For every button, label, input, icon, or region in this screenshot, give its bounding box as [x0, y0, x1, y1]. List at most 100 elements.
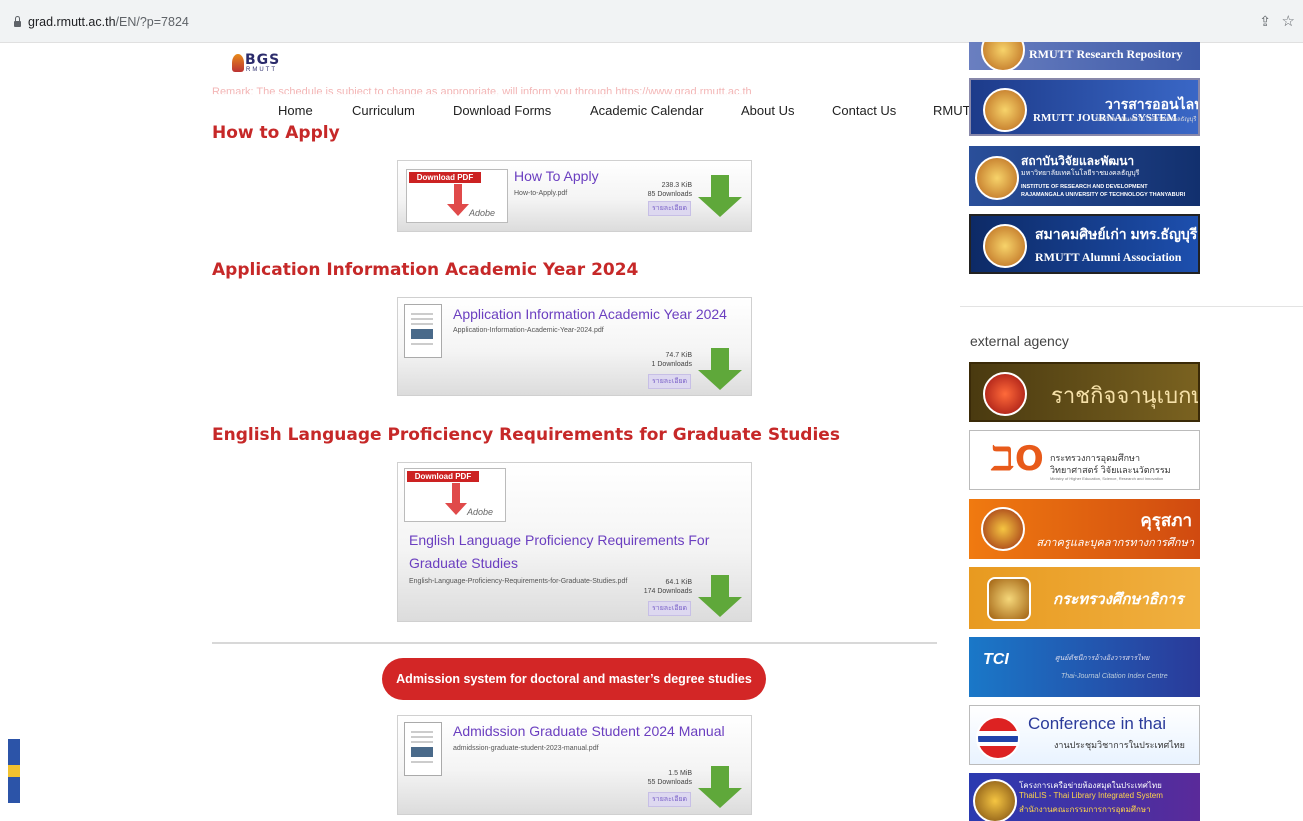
- banner-journal-system[interactable]: RMUTT JOURNAL SYSTEM วารสารออนไลน์ มหาวิ…: [969, 78, 1200, 136]
- download-title[interactable]: Admidssion Graduate Student 2024 Manual: [453, 723, 725, 739]
- university-seal-icon: [983, 224, 1027, 268]
- details-button[interactable]: รายละเอียด: [648, 601, 692, 616]
- section-heading-english-requirements: English Language Proficiency Requirement…: [212, 425, 840, 445]
- download-meta: 74.7 KiB 1 Downloads: [612, 351, 692, 369]
- download-filename: English-Language-Proficiency-Requirement…: [409, 578, 628, 585]
- download-arrow-icon[interactable]: [698, 348, 742, 392]
- banner-line2: ThaiLIS - Thai Library Integrated System: [1019, 791, 1163, 800]
- download-box-application-info: Application Information Academic Year 20…: [397, 297, 752, 396]
- download-pdf-icon[interactable]: Download PDF Adobe: [406, 169, 508, 223]
- section-heading-how-to-apply: How to Apply: [212, 123, 340, 143]
- download-meta: 1.5 MiB 55 Downloads: [612, 769, 692, 787]
- browser-address-bar: grad.rmutt.ac.th/EN/?p=7824 ⇪ ☆: [0, 0, 1303, 43]
- banner-tci[interactable]: TCI ศูนย์ดัชนีการอ้างอิงวารสารไทย Thai-J…: [969, 637, 1200, 697]
- banner-line2: สภาครูและบุคลากรทางการศึกษา: [1036, 537, 1194, 549]
- download-count: 1 Downloads: [651, 361, 692, 368]
- download-arrow-icon[interactable]: [698, 175, 742, 219]
- pdf-arrow-shaft: [452, 483, 460, 505]
- university-seal-icon: [983, 88, 1027, 132]
- adobe-label: Adobe: [469, 208, 496, 218]
- banner-line1: ศูนย์ดัชนีการอ้างอิงวารสารไทย: [1055, 655, 1150, 662]
- thai-flag-icon: [976, 716, 1020, 760]
- download-box-admission-manual: Admidssion Graduate Student 2024 Manual …: [397, 715, 752, 815]
- lock-icon[interactable]: [14, 16, 21, 27]
- banner-subtext: มหาวิทยาลัยเทคโนโลยีราชมงคลธัญบุรี: [1095, 117, 1197, 123]
- sidebar-separator: [960, 306, 1303, 307]
- mhesi-logo-icon: ℶO: [990, 439, 1044, 479]
- banner-thailis[interactable]: โครงการเครือข่ายห้องสมุดในประเทศไทย Thai…: [969, 773, 1200, 821]
- url-domain: grad.rmutt.ac.th: [28, 15, 116, 29]
- download-size: 74.7 KiB: [665, 352, 692, 359]
- banner-line1: คุรุสภา: [1140, 511, 1192, 530]
- banner-royal-gazette[interactable]: ราชกิจจานุเบกษา: [969, 362, 1200, 422]
- bookmark-star-icon[interactable]: ☆: [1282, 12, 1295, 30]
- share-icon[interactable]: ⇪: [1259, 13, 1271, 30]
- university-emblem-icon: [232, 54, 244, 72]
- download-title[interactable]: How To Apply: [514, 168, 599, 184]
- details-button[interactable]: รายละเอียด: [648, 374, 692, 389]
- banner-conference-in-thai[interactable]: Conference in thai งานประชุมวิชาการในประ…: [969, 705, 1200, 765]
- download-count: 85 Downloads: [647, 191, 692, 198]
- pdf-arrow-shaft: [454, 184, 462, 206]
- banner-line3: Ministry of Higher Education, Science, R…: [1050, 476, 1164, 481]
- download-size: 238.3 KiB: [661, 182, 692, 189]
- download-title-line1[interactable]: English Language Proficiency Requirement…: [409, 532, 709, 548]
- banner-thai-sub: มหาวิทยาลัยเทคโนโลยีราชมงคลธัญบุรี: [1021, 170, 1140, 177]
- url-text[interactable]: grad.rmutt.ac.th/EN/?p=7824: [28, 15, 189, 29]
- banner-line2: วิทยาศาสตร์ วิจัยและนวัตกรรม: [1050, 465, 1171, 475]
- section-divider: [212, 642, 937, 644]
- banner-ministry-education[interactable]: กระทรวงศึกษาธิการ: [969, 567, 1200, 629]
- logo-subtext: RMUTT: [246, 67, 277, 73]
- banner-research-repository[interactable]: RMUTT Research Repository: [969, 42, 1200, 70]
- banner-en-title: RMUTT Alumni Association: [1035, 250, 1182, 264]
- download-pdf-icon[interactable]: Download PDF Adobe: [404, 468, 506, 522]
- tci-logo: TCI: [983, 651, 1009, 668]
- banner-en-line1: INSTITUTE OF RESEARCH AND DEVELOPMENT: [1021, 184, 1148, 190]
- download-filename: Application-Information-Academic-Year-20…: [453, 327, 604, 334]
- download-meta: 238.3 KiB 85 Downloads: [612, 181, 692, 199]
- pdf-arrow-head: [445, 503, 467, 515]
- download-title-line2[interactable]: Graduate Studies: [409, 555, 518, 571]
- document-icon[interactable]: [404, 304, 442, 358]
- details-button[interactable]: รายละเอียด: [648, 201, 692, 216]
- banner-line2: งานประชุมวิชาการในประเทศไทย: [1054, 740, 1185, 750]
- logo-letters: BGS: [245, 52, 281, 68]
- url-bar[interactable]: [8, 8, 1258, 34]
- thailis-emblem-icon: [973, 779, 1017, 821]
- banner-text: กระทรวงศึกษาธิการ: [1053, 591, 1184, 608]
- banner-line3: สำนักงานคณะกรรมการการอุดมศึกษา: [1019, 805, 1151, 814]
- left-edge-widget[interactable]: [8, 739, 20, 803]
- pdf-tag: Download PDF: [409, 172, 481, 183]
- banner-line2: Thai-Journal Citation Index Centre: [1061, 673, 1168, 680]
- site-logo[interactable]: BGS RMUTT: [232, 52, 279, 76]
- download-count: 55 Downloads: [647, 779, 692, 786]
- download-arrow-icon[interactable]: [698, 575, 742, 619]
- banner-mhesi[interactable]: ℶO กระทรวงการอุดมศึกษา วิทยาศาสตร์ วิจัย…: [969, 430, 1200, 490]
- document-icon[interactable]: [404, 722, 442, 776]
- admission-system-button[interactable]: Admission system for doctoral and master…: [382, 658, 766, 700]
- nav-academic-calendar[interactable]: Academic Calendar: [590, 103, 703, 118]
- download-title[interactable]: Application Information Academic Year 20…: [453, 306, 727, 322]
- adobe-label: Adobe: [467, 507, 494, 517]
- download-filename: admidssion-graduate-student-2023-manual.…: [453, 745, 599, 752]
- nav-about-us[interactable]: About Us: [741, 103, 794, 118]
- nav-curriculum[interactable]: Curriculum: [352, 103, 415, 118]
- garuda-emblem-icon: [983, 372, 1027, 416]
- download-filename: How-to-Apply.pdf: [514, 190, 568, 197]
- nav-home[interactable]: Home: [278, 103, 313, 118]
- banner-alumni-association[interactable]: สมาคมศิษย์เก่า มทร.ธัญบุรี RMUTT Alumni …: [969, 214, 1200, 274]
- banner-institute-research[interactable]: สถาบันวิจัยและพัฒนา มหาวิทยาลัยเทคโนโลยี…: [969, 146, 1200, 206]
- download-size: 64.1 KiB: [665, 579, 692, 586]
- pdf-arrow-head: [447, 204, 469, 216]
- download-box-how-to-apply: Download PDF Adobe How To Apply How-to-A…: [397, 160, 752, 232]
- banner-text: RMUTT Research Repository: [1029, 47, 1183, 61]
- university-seal-icon: [975, 156, 1019, 200]
- banner-teachers-council[interactable]: คุรุสภา สภาครูและบุคลากรทางการศึกษา: [969, 499, 1200, 559]
- nav-download-forms[interactable]: Download Forms: [453, 103, 551, 118]
- download-arrow-icon[interactable]: [698, 766, 742, 810]
- external-agency-heading: external agency: [970, 333, 1069, 349]
- nav-contact-us[interactable]: Contact Us: [832, 103, 896, 118]
- details-button[interactable]: รายละเอียด: [648, 792, 692, 807]
- download-meta: 64.1 KiB 174 Downloads: [612, 578, 692, 596]
- ministry-emblem-icon: [987, 577, 1031, 621]
